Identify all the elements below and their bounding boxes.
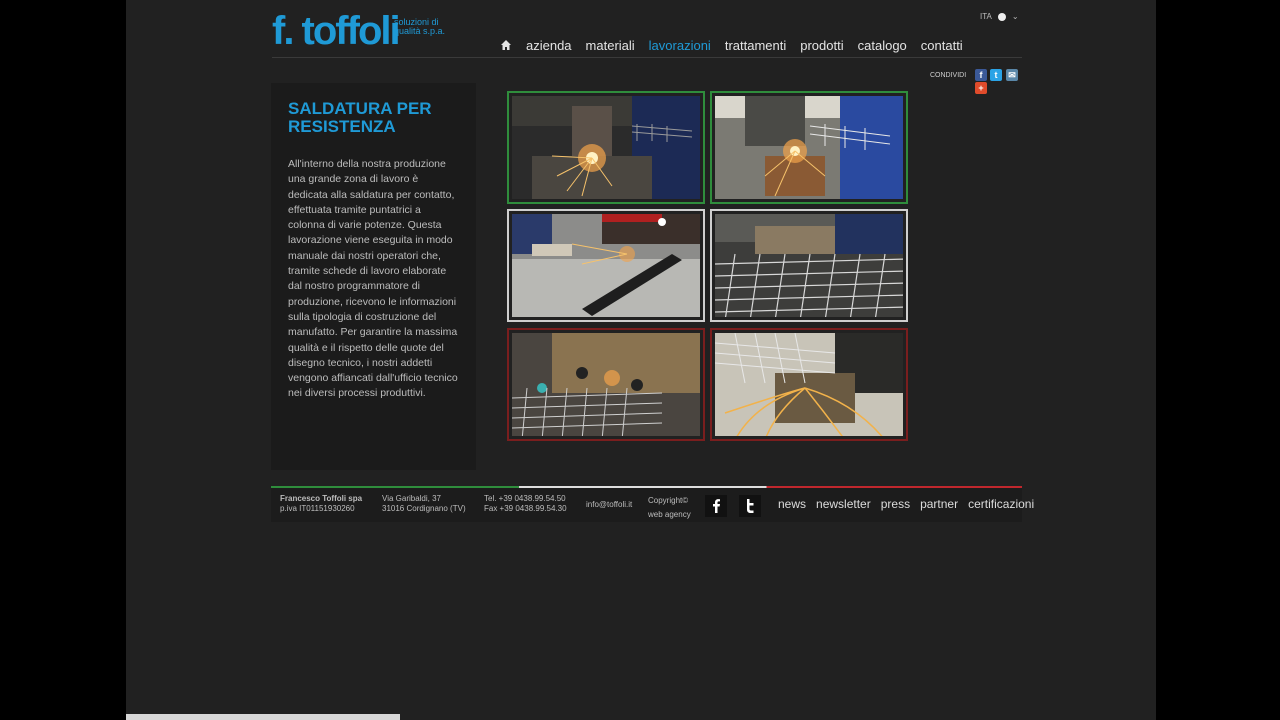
nav-item-materiali[interactable]: materiali xyxy=(586,38,635,53)
article-body: All'interno della nostra produzione una … xyxy=(288,158,458,400)
logo-tagline: soluzioni di qualità s.p.a. xyxy=(394,17,446,36)
welding-electrodes-image xyxy=(512,333,700,436)
twitter-share-icon[interactable]: t xyxy=(990,69,1002,81)
footer-links: news newsletter press partner certificaz… xyxy=(778,497,1034,511)
gallery-photo-5[interactable] xyxy=(507,328,705,441)
language-selector[interactable]: ITA ⌄ xyxy=(980,12,1019,21)
gallery-photo-2[interactable] xyxy=(710,91,908,204)
footer-fax: Fax +39 0438.99.54.30 xyxy=(484,504,567,513)
gallery-photo-1[interactable] xyxy=(507,91,705,204)
horizontal-scrollbar[interactable] xyxy=(126,714,400,720)
footer-link-newsletter[interactable]: newsletter xyxy=(816,497,871,511)
nav-item-lavorazioni[interactable]: lavorazioni xyxy=(649,38,711,53)
site-logo[interactable]: f. toffoli soluzioni di qualità s.p.a. xyxy=(272,8,445,54)
footer-email-link[interactable]: info@toffoli.it xyxy=(586,500,632,510)
main-nav: azienda materiali lavorazioni trattament… xyxy=(500,36,963,54)
nav-item-catalogo[interactable]: catalogo xyxy=(858,38,907,53)
article-panel: SALDATURA PER RESISTENZA All'interno del… xyxy=(271,83,476,470)
footer-copyright-link[interactable]: Copyright© xyxy=(648,496,688,506)
footer-link-press[interactable]: press xyxy=(881,497,910,511)
footer-color-line xyxy=(271,486,1022,488)
footer-agency-link[interactable]: web agency xyxy=(648,510,691,520)
mesh-sparks-image xyxy=(715,333,903,436)
logo-wordmark: f. toffoli xyxy=(272,9,401,53)
footer-link-news[interactable]: news xyxy=(778,497,806,511)
spot-welder-image xyxy=(512,214,700,317)
site-footer: Francesco Toffoli spa p.iva IT0115193026… xyxy=(271,486,1034,522)
nav-item-azienda[interactable]: azienda xyxy=(526,38,572,53)
welding-operator-image xyxy=(715,96,903,199)
photo-gallery xyxy=(507,91,911,446)
footer-vat: p.iva IT01151930260 xyxy=(280,504,355,513)
wire-mesh-welding-image xyxy=(715,214,903,317)
home-icon[interactable] xyxy=(500,39,512,51)
language-label: ITA xyxy=(980,12,992,21)
article-title: SALDATURA PER RESISTENZA xyxy=(288,99,432,136)
footer-phone: Tel. +39 0438.99.54.50 xyxy=(484,494,566,503)
share-bar: CONDIVIDI f t ✉ + xyxy=(930,68,1020,94)
twitter-icon[interactable] xyxy=(739,495,761,517)
footer-address-line1: Via Garibaldi, 37 xyxy=(382,494,441,503)
more-share-icon[interactable]: + xyxy=(975,82,987,94)
welding-sparks-image xyxy=(512,96,700,199)
share-label: CONDIVIDI xyxy=(930,72,967,79)
facebook-icon[interactable] xyxy=(705,495,727,517)
header-divider xyxy=(272,57,1022,58)
chevron-down-icon: ⌄ xyxy=(1011,12,1019,21)
nav-item-contatti[interactable]: contatti xyxy=(921,38,963,53)
facebook-share-icon[interactable]: f xyxy=(975,69,987,81)
footer-company-name: Francesco Toffoli spa xyxy=(280,494,363,503)
flag-icon xyxy=(997,12,1006,21)
footer-address-line2: 31016 Cordignano (TV) xyxy=(382,504,466,513)
gallery-photo-4[interactable] xyxy=(710,209,908,322)
nav-item-trattamenti[interactable]: trattamenti xyxy=(725,38,786,53)
email-share-icon[interactable]: ✉ xyxy=(1006,69,1018,81)
footer-link-certificazioni[interactable]: certificazioni xyxy=(968,497,1034,511)
footer-link-partner[interactable]: partner xyxy=(920,497,958,511)
gallery-photo-6[interactable] xyxy=(710,328,908,441)
nav-item-prodotti[interactable]: prodotti xyxy=(800,38,843,53)
gallery-photo-3[interactable] xyxy=(507,209,705,322)
